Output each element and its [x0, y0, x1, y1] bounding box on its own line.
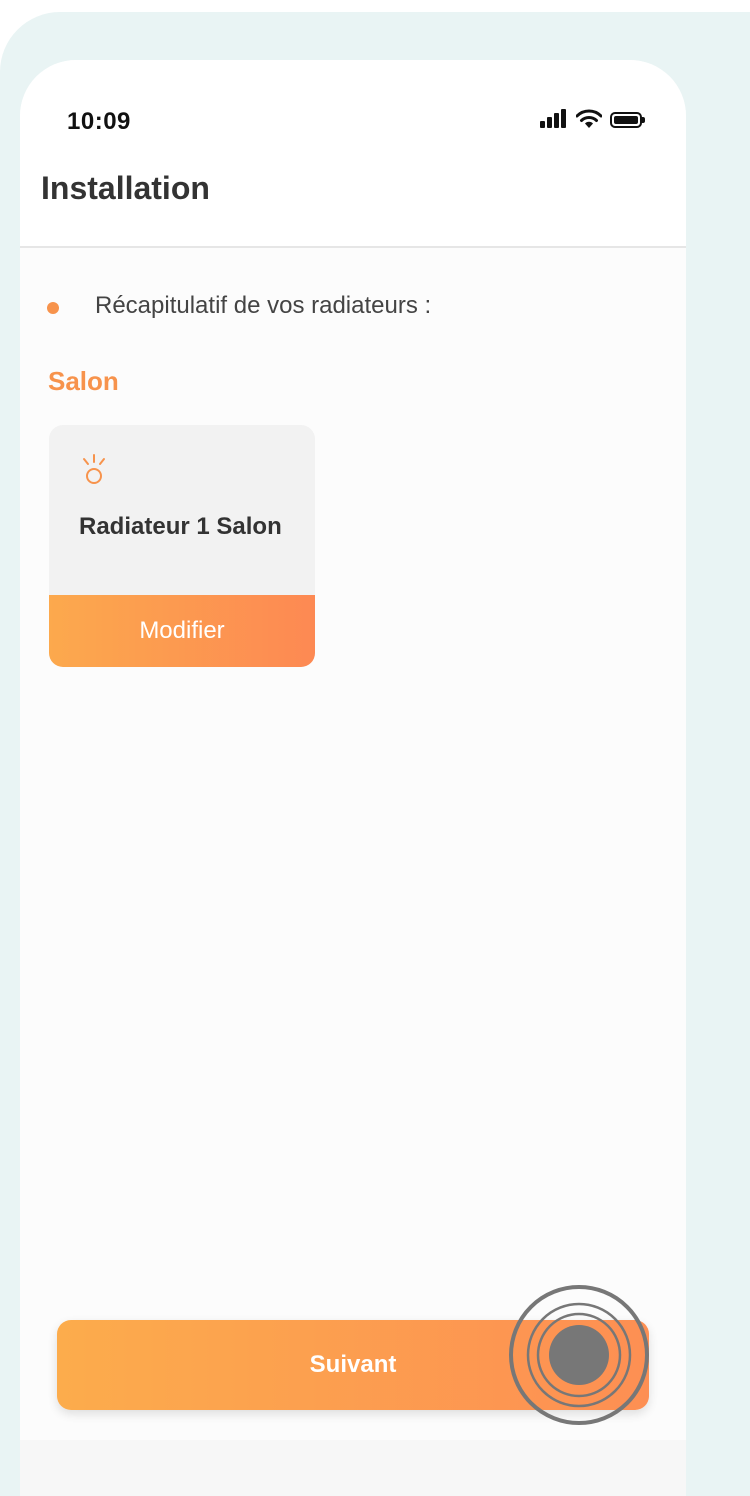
- bulb-icon: [83, 454, 105, 484]
- battery-icon: [610, 112, 645, 128]
- wifi-icon: [576, 109, 602, 128]
- bullet-dot: [47, 302, 59, 314]
- home-bar-area: [20, 1440, 686, 1496]
- device-name: Radiateur 1 Salon: [79, 513, 282, 540]
- next-button[interactable]: Suivant: [57, 1320, 649, 1410]
- status-time: 10:09: [67, 108, 131, 135]
- header: Installation: [20, 150, 686, 248]
- modify-button[interactable]: Modifier: [49, 595, 315, 667]
- summary-text: Récapitulatif de vos radiateurs :: [95, 292, 432, 319]
- signal-icon: [540, 109, 570, 130]
- room-title: Salon: [48, 366, 119, 396]
- phone-screen: 10:09 Installation Récapitulatif de vos …: [20, 60, 686, 1496]
- device-card: Radiateur 1 Salon Modifier: [49, 425, 315, 667]
- page-title: Installation: [41, 170, 210, 206]
